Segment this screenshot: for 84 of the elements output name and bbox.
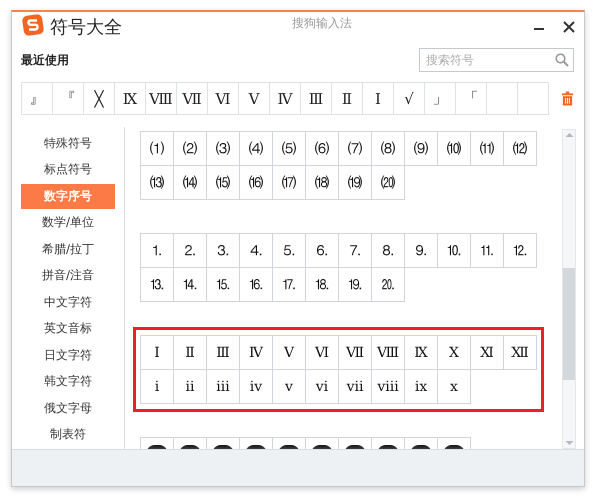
symbol-key[interactable]: ⅱ — [174, 370, 207, 404]
symbol-key[interactable]: Ⅵ — [306, 336, 339, 370]
symbol-key[interactable]: ⒛ — [372, 268, 405, 302]
category-item[interactable]: 数学/单位 — [21, 210, 115, 235]
symbol-key[interactable]: Ⅷ — [372, 336, 405, 370]
symbol-key[interactable]: ⒌ — [273, 234, 306, 268]
symbol-key[interactable]: ⒒ — [471, 234, 504, 268]
category-item[interactable]: 韩文字符 — [21, 370, 115, 394]
category-item[interactable]: 制表符 — [21, 422, 115, 447]
symbol-key[interactable]: ⒑ — [438, 234, 471, 268]
category-item[interactable]: 日文字符 — [21, 343, 115, 368]
symbol-key[interactable]: Ⅶ — [339, 336, 372, 370]
scrollbar-thumb[interactable] — [563, 268, 575, 380]
symbol-key[interactable]: Ⅸ — [405, 336, 438, 370]
symbol-key[interactable]: ⅶ — [339, 370, 372, 404]
symbol-key[interactable]: Ⅲ — [207, 336, 240, 370]
symbol-key[interactable]: Ⅷ — [146, 83, 177, 114]
symbol-key[interactable]: ⒆ — [339, 166, 372, 200]
symbol-key[interactable]: Ⅺ — [471, 336, 504, 370]
symbol-key[interactable]: ⒃ — [240, 166, 273, 200]
symbol-key[interactable]: ⅲ — [207, 370, 240, 404]
symbol-key[interactable]: ⑵ — [174, 132, 207, 166]
symbol-key[interactable]: Ⅳ — [240, 336, 273, 370]
symbol-key[interactable]: ⅹ — [438, 370, 471, 404]
symbol-key[interactable]: ⑼ — [405, 132, 438, 166]
symbol-key[interactable]: ⒁ — [174, 166, 207, 200]
symbol-key[interactable]: ⅷ — [372, 370, 405, 404]
symbol-key[interactable]: ⒊ — [207, 234, 240, 268]
symbol-key[interactable]: Ⅱ — [174, 336, 207, 370]
symbol-key[interactable]: ⑽ — [438, 132, 471, 166]
symbol-key[interactable]: ⒄ — [273, 166, 306, 200]
symbol-key[interactable]: ⅰ — [141, 370, 174, 404]
symbol-key[interactable]: ⒙ — [306, 268, 339, 302]
symbol-key[interactable]: ⒏ — [372, 234, 405, 268]
symbol-key[interactable]: ⒅ — [306, 166, 339, 200]
scrollbar[interactable] — [562, 129, 576, 449]
symbol-key[interactable]: ⒘ — [273, 268, 306, 302]
symbol-key[interactable]: ⑿ — [504, 132, 537, 166]
trash-icon[interactable] — [561, 91, 574, 106]
symbol-key[interactable]: ⒈ — [141, 234, 174, 268]
symbol-key[interactable]: Ⅻ — [504, 336, 537, 370]
symbol-key[interactable]: ⑶ — [207, 132, 240, 166]
symbol-key[interactable]: Ⅹ — [438, 336, 471, 370]
category-item[interactable]: 英文音标 — [21, 316, 115, 341]
symbol-key[interactable]: Ⅴ — [273, 336, 306, 370]
symbol-key[interactable]: ⑺ — [339, 132, 372, 166]
category-item[interactable]: 标点符号 — [21, 158, 115, 182]
category-item[interactable]: 俄文字母 — [21, 396, 115, 420]
symbol-key[interactable]: ⒔ — [141, 268, 174, 302]
scroll-up-icon[interactable] — [564, 130, 574, 140]
symbol-key[interactable]: ⒉ — [174, 234, 207, 268]
symbol-key[interactable]: ⒐ — [405, 234, 438, 268]
symbol-key[interactable]: ⅴ — [273, 370, 306, 404]
category-item[interactable]: 拼音/注音 — [21, 264, 115, 288]
symbol-key[interactable]: ⒗ — [240, 268, 273, 302]
symbol-key[interactable]: ⒇ — [372, 166, 405, 200]
symbol-key[interactable]: ⅸ — [405, 370, 438, 404]
category-item[interactable]: 中文字符 — [21, 290, 115, 314]
category-item[interactable]: 希腊/拉丁 — [21, 237, 115, 262]
category-item[interactable]: 特殊符号 — [21, 131, 115, 156]
window-title: 符号大全 — [50, 16, 122, 39]
symbol-key[interactable]: ⒍ — [306, 234, 339, 268]
symbol-key[interactable]: ⒀ — [141, 166, 174, 200]
symbol-key[interactable]: ⒖ — [207, 268, 240, 302]
search-icon[interactable] — [555, 53, 569, 67]
symbol-key[interactable]: ⒎ — [339, 234, 372, 268]
symbol-key[interactable]: ⑻ — [372, 132, 405, 166]
symbol-key[interactable]: ⑾ — [471, 132, 504, 166]
close-icon[interactable] — [562, 20, 576, 34]
symbol-key[interactable]: ⒂ — [207, 166, 240, 200]
symbol-key[interactable]: ⒓ — [504, 234, 537, 268]
symbol-key[interactable]: ⑴ — [141, 132, 174, 166]
symbol-key[interactable]: ⒕ — [174, 268, 207, 302]
section-heading: 最近使用 — [21, 52, 69, 68]
search-field[interactable]: 搜索符号 — [419, 48, 574, 72]
symbol-key[interactable]: ⅵ — [306, 370, 339, 404]
symbol-key[interactable]: ⑷ — [240, 132, 273, 166]
symbol-key[interactable]: ⑸ — [273, 132, 306, 166]
symbol-key[interactable]: ⒚ — [339, 268, 372, 302]
symbol-key[interactable]: ⅳ — [240, 370, 273, 404]
symbol-key[interactable]: ⑹ — [306, 132, 339, 166]
app-name: 搜狗输入法 — [291, 14, 353, 32]
symbol-key[interactable]: Ⅰ — [141, 336, 174, 370]
symbol-key[interactable]: ⒋ — [240, 234, 273, 268]
